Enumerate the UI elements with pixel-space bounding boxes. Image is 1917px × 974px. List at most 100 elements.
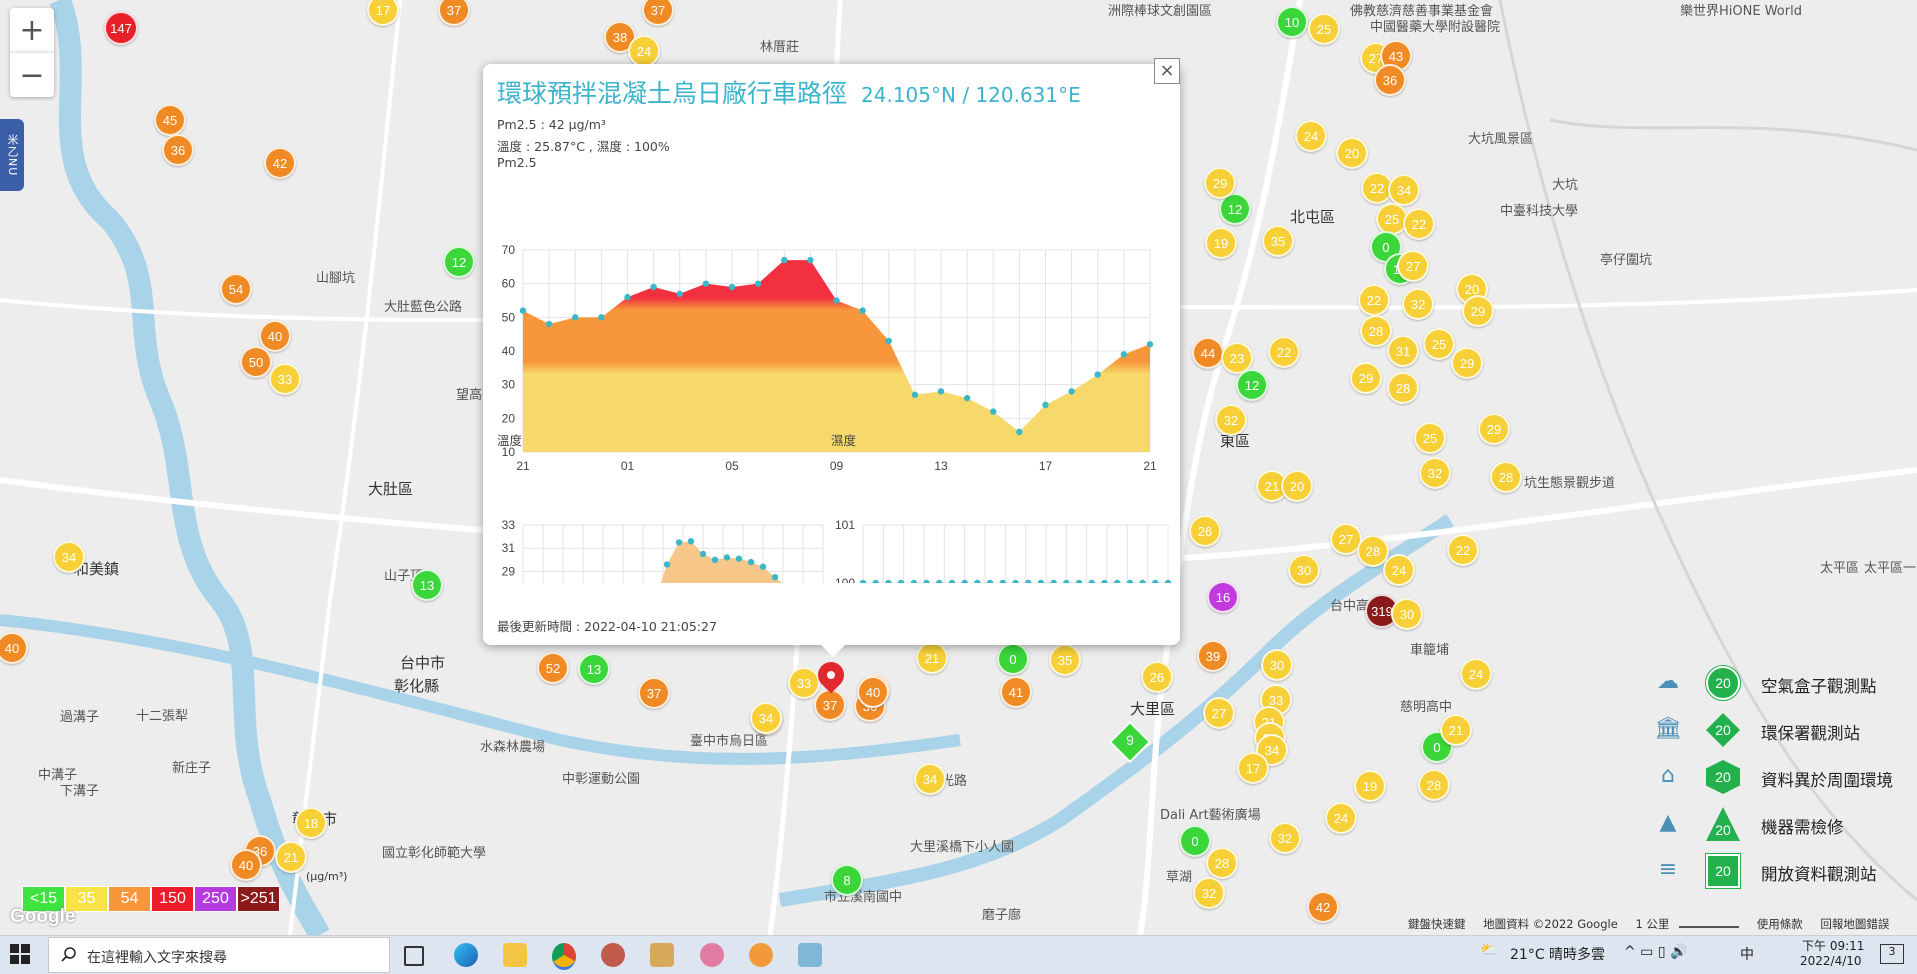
app-icon[interactable]	[650, 943, 674, 967]
station-marker[interactable]: 37	[814, 689, 846, 721]
station-marker[interactable]: 25	[1308, 13, 1340, 45]
station-marker[interactable]: 34	[1388, 174, 1420, 206]
station-marker[interactable]: 12	[1236, 369, 1268, 401]
station-marker[interactable]: 26	[1141, 661, 1173, 693]
station-marker[interactable]: 22	[1447, 534, 1479, 566]
station-marker[interactable]: 8	[831, 864, 863, 896]
clock-date[interactable]: 2022/4/10	[1800, 954, 1862, 968]
station-marker[interactable]: 27	[1397, 250, 1429, 282]
station-marker[interactable]: 29	[1478, 413, 1510, 445]
station-marker[interactable]: 16	[1207, 581, 1239, 613]
zoom-out-button[interactable]: −	[10, 52, 54, 97]
station-marker[interactable]: 19	[1354, 770, 1386, 802]
chrome-browser-icon[interactable]	[552, 943, 576, 970]
station-marker[interactable]: 22	[1403, 208, 1435, 240]
station-marker[interactable]: 32	[1269, 822, 1301, 854]
station-marker[interactable]: 21	[1440, 714, 1472, 746]
station-marker[interactable]: 21	[275, 841, 307, 873]
map-view[interactable]: 林厝莊 洲際棒球文創園區 佛教慈濟慈善事業基金會 中國醫藥大學附設醫院 樂世界H…	[0, 0, 1917, 935]
blender-icon[interactable]	[749, 943, 773, 967]
station-marker[interactable]: 35	[1049, 644, 1081, 676]
station-marker[interactable]: 33	[788, 667, 820, 699]
station-marker[interactable]: 17	[1237, 752, 1269, 784]
station-marker[interactable]: 32	[1215, 404, 1247, 436]
station-marker[interactable]: 22	[1358, 284, 1390, 316]
station-marker[interactable]: 21	[916, 642, 948, 674]
station-marker[interactable]: 0	[1179, 825, 1211, 857]
edge-browser-icon[interactable]	[454, 943, 478, 967]
station-marker[interactable]: 18	[295, 807, 327, 839]
station-marker[interactable]: 45	[154, 104, 186, 136]
station-marker[interactable]: 34	[914, 763, 946, 795]
station-marker[interactable]: 28	[1418, 769, 1450, 801]
ime-indicator[interactable]: 中	[1740, 944, 1754, 964]
notification-center-button[interactable]: 3	[1880, 944, 1904, 964]
station-marker[interactable]: 0	[997, 643, 1029, 675]
station-marker[interactable]: 13	[578, 653, 610, 685]
terms-link[interactable]: 使用條款	[1757, 917, 1803, 931]
station-marker[interactable]: 42	[264, 147, 296, 179]
file-explorer-icon[interactable]	[503, 943, 527, 967]
station-marker[interactable]: 34	[53, 541, 85, 573]
station-marker[interactable]: 24	[1460, 658, 1492, 690]
station-marker[interactable]: 29	[1204, 167, 1236, 199]
station-marker[interactable]: 40	[857, 676, 889, 708]
station-marker[interactable]: 36	[162, 134, 194, 166]
station-marker[interactable]: 52	[537, 652, 569, 684]
station-marker[interactable]: 32	[1193, 877, 1225, 909]
station-marker[interactable]: 28	[1206, 847, 1238, 879]
station-marker[interactable]: 19	[1205, 227, 1237, 259]
station-marker[interactable]: 12	[443, 246, 475, 278]
station-marker[interactable]: 29	[1451, 347, 1483, 379]
station-marker[interactable]: 30	[1261, 649, 1293, 681]
station-marker[interactable]: 28	[1490, 461, 1522, 493]
keyboard-shortcuts-link[interactable]: 鍵盤快速鍵	[1408, 917, 1466, 931]
station-marker[interactable]: 33	[269, 363, 301, 395]
station-marker[interactable]: 24	[1325, 802, 1357, 834]
task-view-icon[interactable]	[404, 946, 424, 966]
station-marker[interactable]: 10	[1276, 6, 1308, 38]
station-marker[interactable]: 40	[230, 849, 262, 881]
station-marker[interactable]: 29	[1350, 362, 1382, 394]
station-marker[interactable]: 24	[1295, 120, 1327, 152]
taskbar-search-box[interactable]: 在這裡輸入文字來搜尋	[48, 937, 390, 973]
station-marker[interactable]: 26	[1189, 515, 1221, 547]
station-marker[interactable]: 25	[1414, 422, 1446, 454]
station-marker[interactable]: 30	[1288, 554, 1320, 586]
station-marker[interactable]: 44	[1192, 337, 1224, 369]
scale-bar[interactable]: 1 公里	[1635, 917, 1669, 931]
station-marker[interactable]: 42	[1307, 891, 1339, 923]
app-icon[interactable]	[700, 943, 724, 967]
report-error-link[interactable]: 回報地圖錯誤	[1820, 917, 1889, 931]
windows-start-icon[interactable]	[10, 944, 30, 964]
close-popup-button[interactable]: ×	[1154, 58, 1180, 84]
tray-icons[interactable]: ^ ▭ ▯ 🔊	[1624, 944, 1687, 960]
station-marker[interactable]: 20	[1336, 137, 1368, 169]
station-marker[interactable]: 39	[1197, 640, 1229, 672]
station-marker[interactable]: 30	[1391, 598, 1423, 630]
station-marker[interactable]: 25	[1423, 328, 1455, 360]
station-marker[interactable]: 41	[1000, 676, 1032, 708]
station-marker[interactable]: 13	[411, 569, 443, 601]
station-marker[interactable]: 28	[1387, 372, 1419, 404]
station-marker[interactable]: 28	[1360, 315, 1392, 347]
weather-icon[interactable]: ⛅	[1480, 942, 1497, 958]
app-icon[interactable]	[601, 943, 625, 967]
station-marker[interactable]: 24	[628, 35, 660, 67]
station-marker[interactable]: 29	[1462, 295, 1494, 327]
station-marker[interactable]: 54	[220, 273, 252, 305]
app-icon[interactable]	[798, 943, 822, 967]
station-marker[interactable]: 22	[1268, 336, 1300, 368]
station-marker[interactable]: 35	[1262, 225, 1294, 257]
station-marker[interactable]: 24	[1383, 554, 1415, 586]
station-marker[interactable]: 20	[1281, 470, 1313, 502]
station-marker[interactable]: 32	[1402, 288, 1434, 320]
zoom-in-button[interactable]: +	[10, 8, 54, 52]
station-marker[interactable]: 50	[240, 346, 272, 378]
google-logo[interactable]: Google	[10, 906, 75, 928]
side-panel-tab[interactable]: 米乙NU	[0, 119, 24, 191]
station-marker[interactable]: 36	[1374, 64, 1406, 96]
station-marker[interactable]: 31	[1387, 335, 1419, 367]
clock-time[interactable]: 下午 09:11	[1802, 937, 1864, 954]
station-marker[interactable]: 27	[1203, 697, 1235, 729]
